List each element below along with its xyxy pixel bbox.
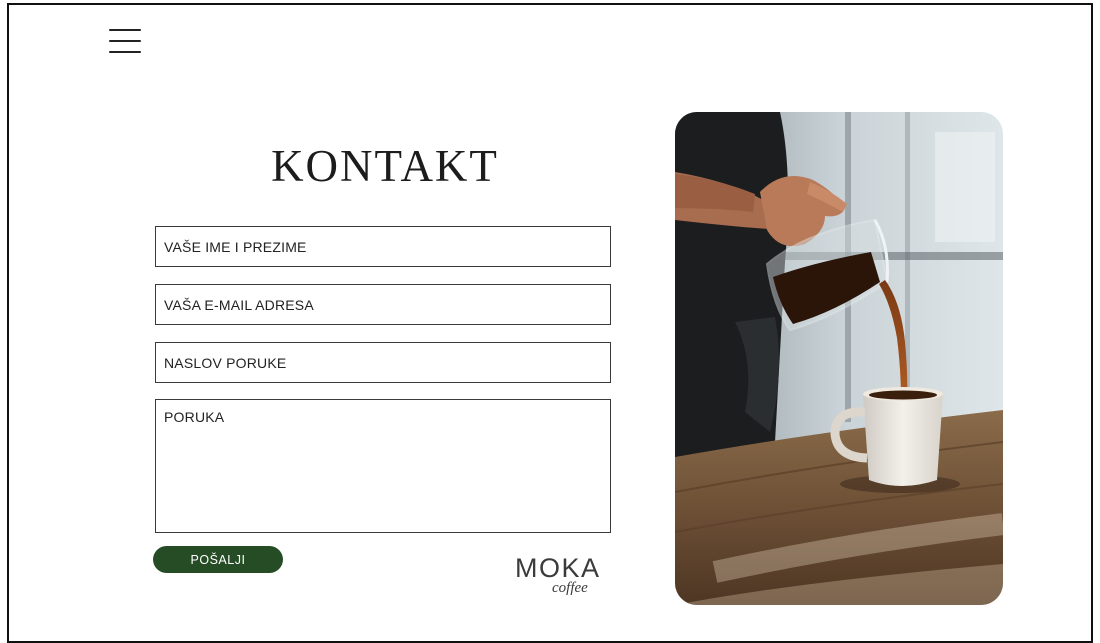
menu-line: [109, 51, 141, 53]
send-button[interactable]: POŠALJI: [153, 546, 283, 573]
message-field[interactable]: [155, 399, 611, 533]
email-field[interactable]: [155, 284, 611, 325]
subject-field[interactable]: [155, 342, 611, 383]
hamburger-menu-icon[interactable]: [109, 28, 143, 54]
name-field[interactable]: [155, 226, 611, 267]
coffee-pour-photo: [675, 112, 1003, 605]
menu-line: [109, 29, 141, 31]
page-title: KONTAKT: [271, 141, 499, 191]
moka-logo: MOKA coffee: [512, 553, 604, 603]
menu-line: [109, 40, 141, 42]
logo-tagline: coffee: [552, 580, 588, 596]
